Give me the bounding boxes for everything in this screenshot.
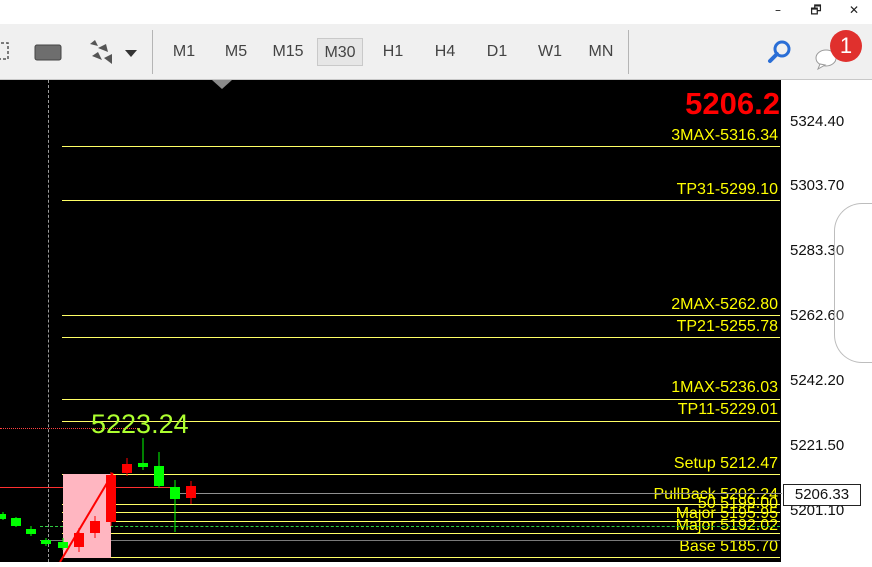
price-axis-label: 5221.50: [790, 437, 845, 454]
rectangle-tool-icon[interactable]: [33, 42, 63, 62]
candle: [170, 480, 180, 532]
current-price-tag: 5206.33: [783, 484, 861, 506]
toolbar-separator: [152, 30, 153, 74]
timeframe-w1[interactable]: W1: [527, 38, 573, 66]
candle: [41, 538, 51, 546]
level-label-2max: 2MAX-5262.80: [671, 296, 778, 313]
timeframe-m1[interactable]: M1: [161, 38, 207, 66]
chevron-down-icon[interactable]: [124, 46, 138, 58]
level-label-1max: 1MAX-5236.03: [671, 379, 778, 396]
objects-tool-icon[interactable]: [86, 38, 116, 66]
candle: [74, 528, 84, 552]
search-icon[interactable]: [766, 38, 794, 66]
level-label-tp21: TP21-5255.78: [676, 318, 778, 335]
window-titlebar: – 🗗 ✕: [0, 0, 872, 24]
timeframe-h1[interactable]: H1: [370, 38, 416, 66]
timeframe-mn[interactable]: MN: [578, 38, 624, 66]
notification-badge[interactable]: 1: [830, 30, 862, 62]
candle: [138, 438, 148, 470]
timeframe-m5[interactable]: M5: [213, 38, 259, 66]
candle: [90, 516, 100, 538]
price-axis-label: 5324.40: [790, 113, 845, 130]
candle: [0, 512, 6, 520]
timeframe-m15[interactable]: M15: [265, 38, 311, 66]
level-label-3max: 3MAX-5316.34: [671, 127, 778, 144]
chart-toolbar: M1 M5 M15 M30 H1 H4 D1 W1 MN 1: [0, 24, 872, 80]
candle: [186, 481, 196, 504]
level-label-tp31: TP31-5299.10: [676, 181, 778, 198]
price-axis-label: 5303.70: [790, 177, 845, 194]
candle: [106, 472, 116, 526]
minimize-button[interactable]: –: [760, 0, 796, 22]
candlestick-series: [0, 438, 196, 552]
scroll-handle[interactable]: [850, 264, 858, 298]
price-chart[interactable]: 5324.40 5303.70 5283.30 5262.60 5242.20 …: [0, 80, 872, 563]
crosshair-icon[interactable]: [0, 40, 10, 62]
candle: [11, 517, 21, 527]
close-button[interactable]: ✕: [836, 0, 872, 22]
level-label-setup: Setup 5212.47: [673, 455, 778, 472]
price-axis-label: 5242.20: [790, 372, 845, 389]
timeframe-d1[interactable]: D1: [474, 38, 520, 66]
timeframe-h4[interactable]: H4: [422, 38, 468, 66]
restore-button[interactable]: 🗗: [798, 0, 834, 22]
candle: [26, 526, 36, 536]
candle: [122, 458, 132, 476]
level-label-tp11: TP11-5229.01: [677, 401, 778, 418]
timeframe-m30[interactable]: M30: [317, 38, 363, 66]
big-current-price: 5206.2: [685, 86, 780, 121]
toolbar-separator: [628, 30, 629, 74]
candle: [154, 452, 164, 488]
bid-price-line: [170, 493, 782, 494]
candle: [58, 538, 68, 550]
